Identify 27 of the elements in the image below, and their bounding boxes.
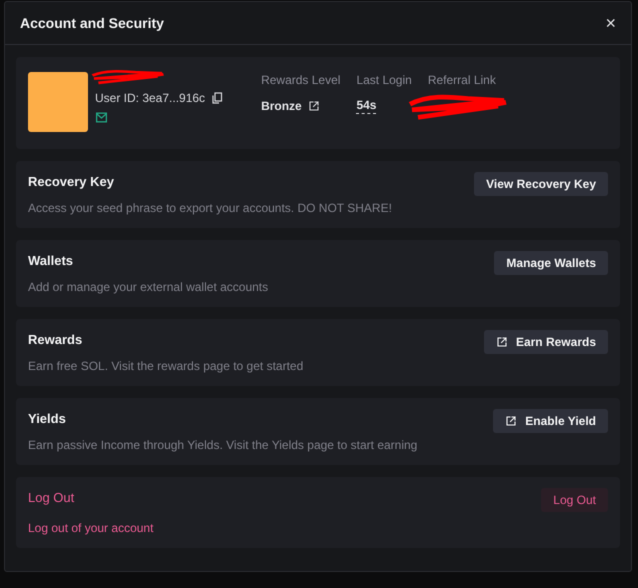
section-description: Add or manage your external wallet accounts bbox=[28, 279, 268, 295]
mail-icon[interactable] bbox=[95, 111, 108, 124]
stat-label: Referral Link bbox=[428, 72, 497, 89]
section-button[interactable]: Log Out bbox=[541, 488, 608, 512]
section-title: Yields bbox=[28, 410, 67, 428]
stat-label: Last Login bbox=[356, 72, 412, 89]
section-description: Access your seed phrase to export your accounts. DO NOT SHARE! bbox=[28, 200, 392, 216]
section-button[interactable]: Manage Wallets bbox=[494, 251, 608, 275]
section-description: Earn free SOL. Visit the rewards page to get started bbox=[28, 358, 304, 374]
section-description: Earn passive Income through Yields. Visit the Yields page to start earning bbox=[28, 437, 418, 453]
section-title: Wallets bbox=[28, 252, 74, 270]
external-link-icon bbox=[308, 100, 320, 112]
section-button[interactable]: View Recovery Key bbox=[474, 172, 608, 196]
last-login-value: 54s bbox=[356, 97, 376, 114]
section-description: Log out of your account bbox=[28, 520, 154, 536]
stat-label: Rewards Level bbox=[261, 72, 340, 89]
section-title: Rewards bbox=[28, 331, 84, 349]
section-button[interactable]: Earn Rewards bbox=[484, 330, 608, 354]
copy-icon[interactable] bbox=[211, 92, 224, 104]
avatar bbox=[28, 72, 88, 132]
rewards-level-value[interactable]: Bronze bbox=[261, 97, 302, 115]
section-title: Recovery Key bbox=[28, 173, 115, 191]
section-button[interactable]: Enable Yield bbox=[493, 409, 608, 433]
user-id: User ID: 3ea7...916c bbox=[95, 90, 206, 107]
close-button[interactable]: × bbox=[605, 14, 616, 32]
section-title: Log Out bbox=[28, 489, 76, 507]
dialog-title: Account and Security bbox=[20, 14, 164, 33]
